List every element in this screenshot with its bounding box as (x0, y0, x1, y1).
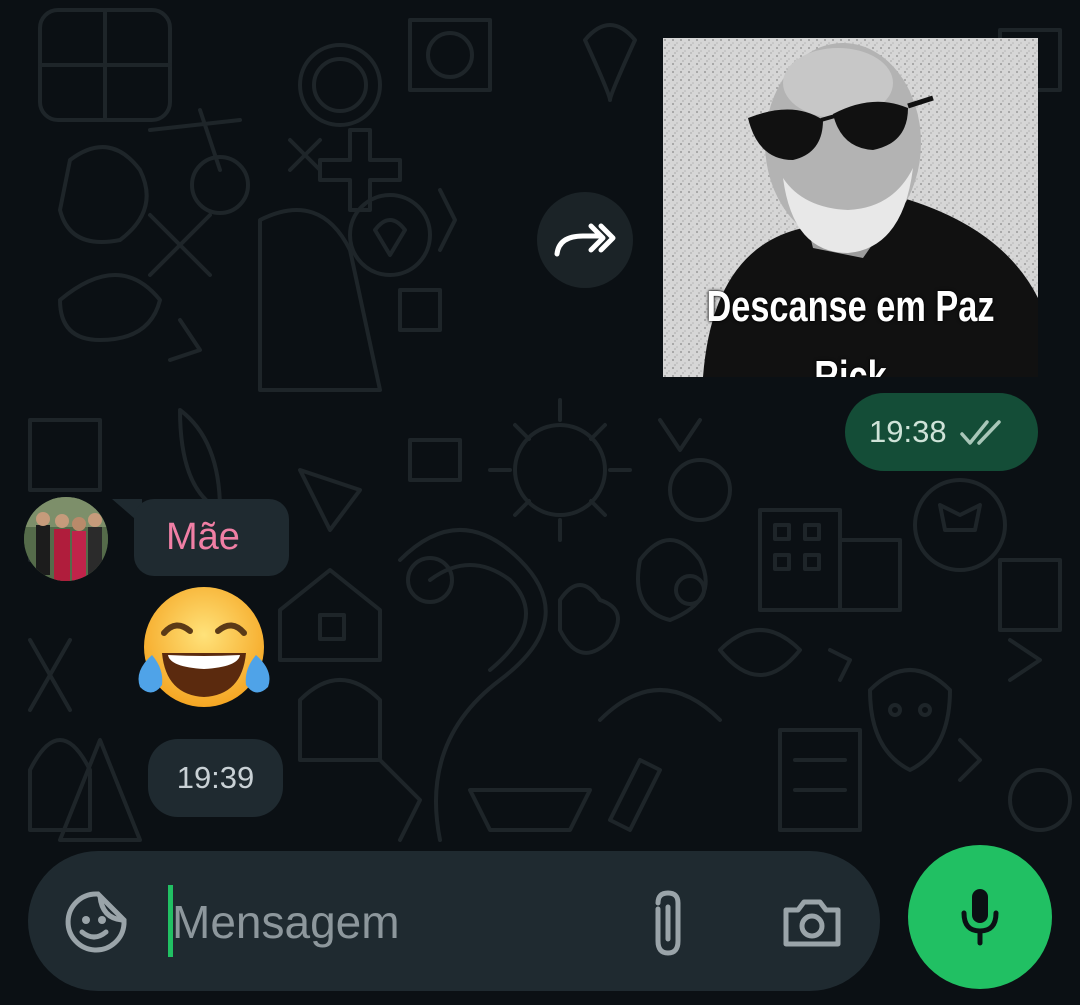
voice-message-button[interactable] (908, 845, 1052, 989)
chat-screen: Descanse em Paz Rick 19:38 Mãe 19:39 Men… (0, 0, 1080, 1005)
forward-button[interactable] (537, 192, 633, 288)
paperclip-icon (655, 890, 681, 956)
sticker-button[interactable] (58, 889, 134, 955)
sticker-icon (65, 891, 127, 953)
sender-avatar[interactable] (24, 497, 108, 581)
double-check-icon (959, 417, 1011, 447)
face-with-tears-of-joy-icon (138, 587, 270, 707)
incoming-time: 19:39 (176, 760, 255, 795)
sender-name-bubble: Mãe (134, 499, 289, 576)
attach-button[interactable] (636, 883, 700, 963)
sticker-caption-line1: Descanse em Paz (706, 282, 995, 331)
microphone-icon (961, 889, 999, 946)
outgoing-timestamp-bubble: 19:38 (845, 393, 1038, 471)
sticker-message[interactable]: Descanse em Paz Rick (663, 38, 1038, 377)
camera-button[interactable] (774, 887, 850, 957)
incoming-timestamp-bubble: 19:39 (148, 739, 283, 817)
camera-icon (783, 899, 841, 947)
outgoing-time: 19:38 (869, 414, 947, 449)
message-input[interactable] (172, 884, 612, 960)
emoji-message[interactable] (134, 583, 274, 713)
sender-name[interactable]: Mãe (166, 516, 240, 559)
forward-icon (554, 223, 616, 257)
sticker-caption-line2: Rick (814, 352, 887, 377)
